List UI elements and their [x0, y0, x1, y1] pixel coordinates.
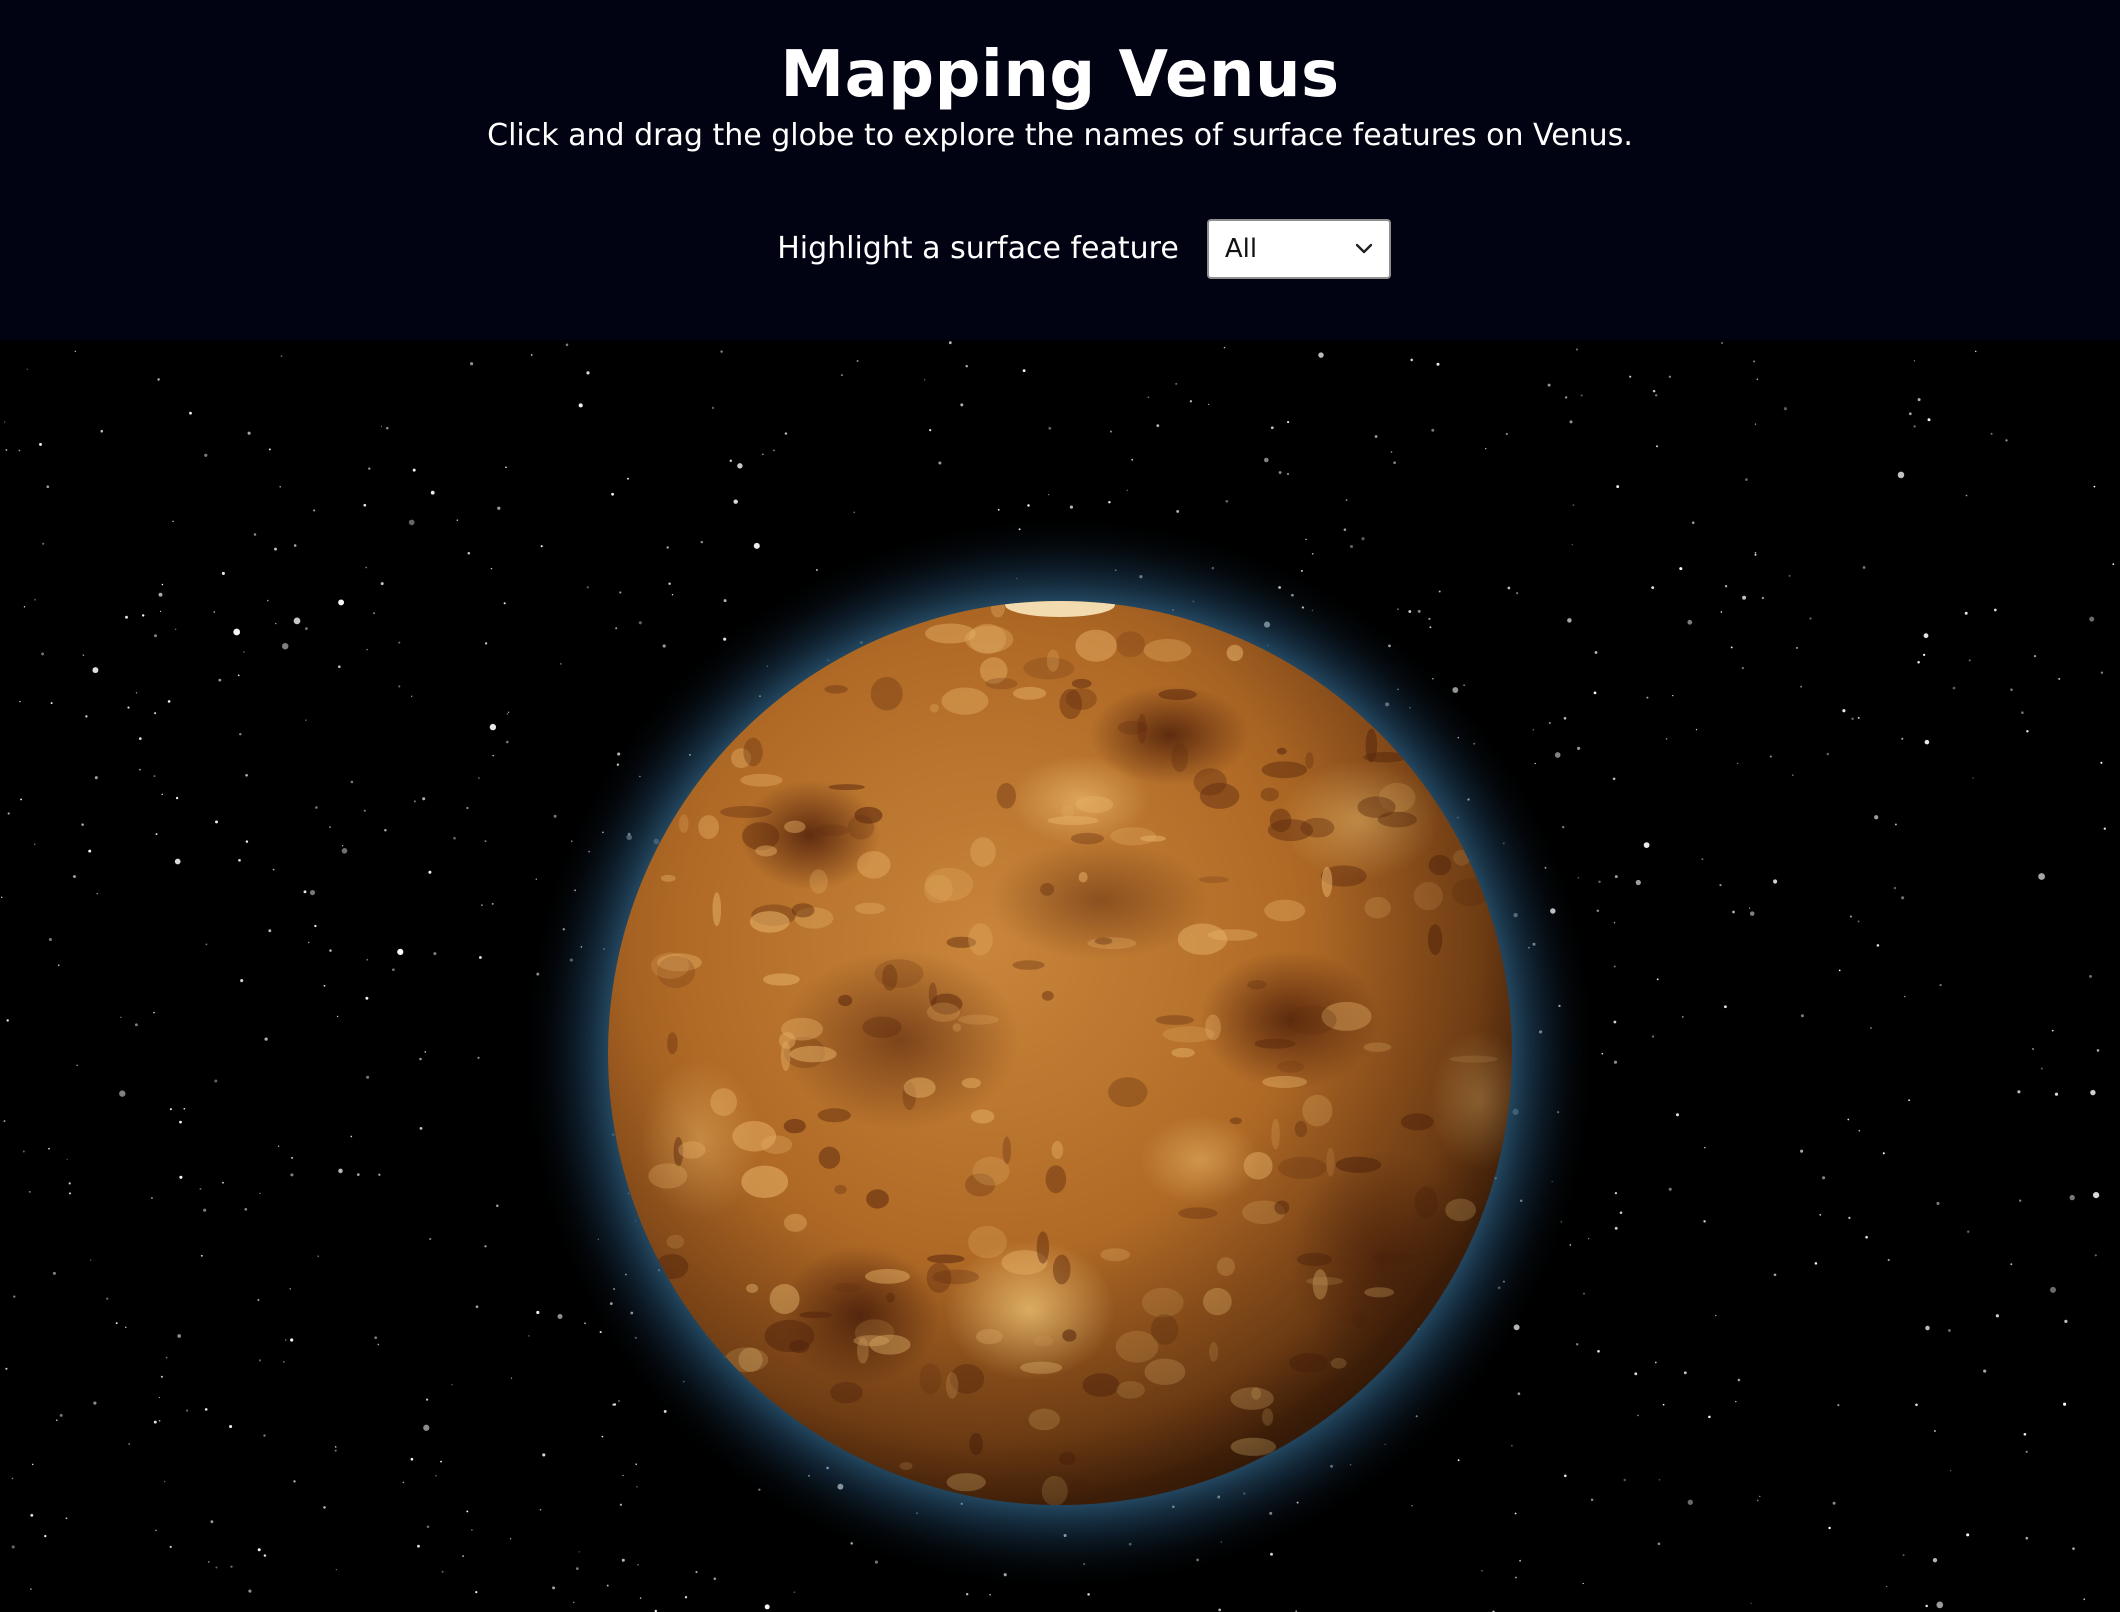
- chevron-down-icon: [1355, 243, 1373, 254]
- page-subtitle: Click and drag the globe to explore the …: [487, 118, 1633, 153]
- feature-select[interactable]: All: [1206, 219, 1391, 279]
- page: Mapping Venus Click and drag the globe t…: [0, 0, 2120, 1612]
- feature-filter-label: Highlight a surface feature: [777, 231, 1179, 266]
- page-title: Mapping Venus: [780, 38, 1340, 112]
- globe-viewport: [0, 340, 2120, 1612]
- feature-filter-row: Highlight a surface feature All: [0, 218, 2120, 280]
- venus-globe-canvas[interactable]: [0, 340, 2120, 1612]
- feature-select-value: All: [1224, 234, 1258, 264]
- page-header: Mapping Venus Click and drag the globe t…: [0, 0, 2120, 340]
